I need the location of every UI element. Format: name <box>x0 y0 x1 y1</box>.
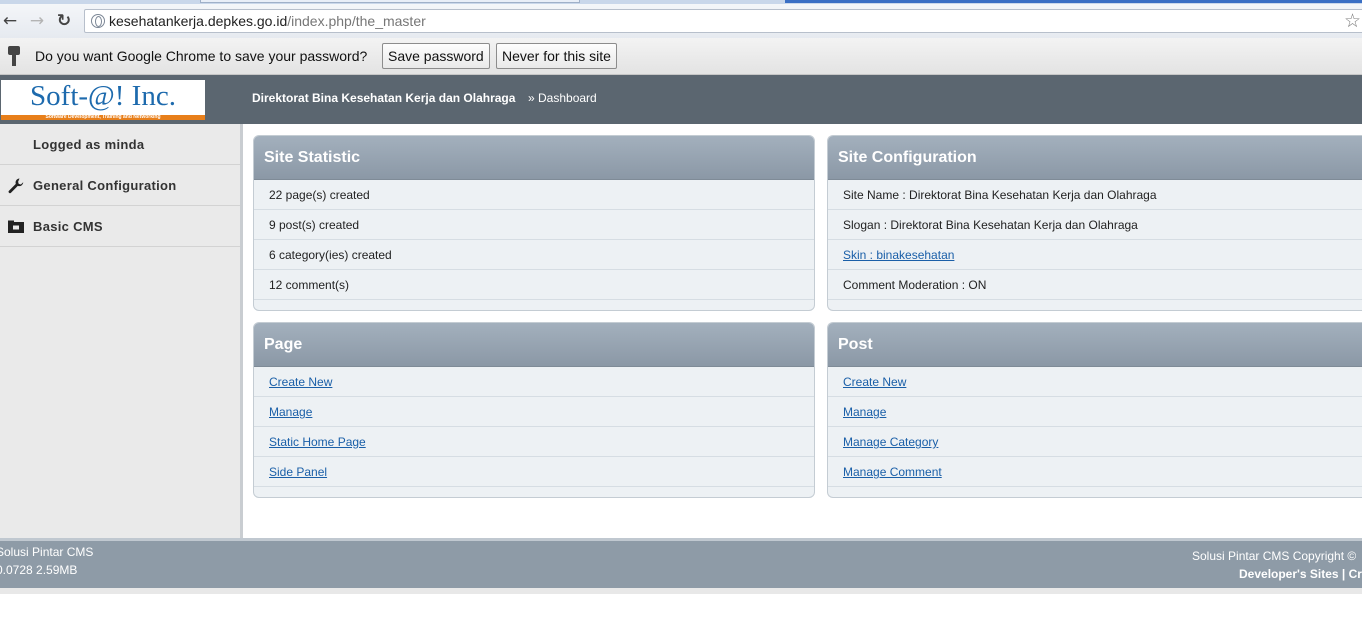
panel-title: Page <box>264 336 303 353</box>
list-item: 12 comment(s) <box>254 270 814 300</box>
list-item: 9 post(s) created <box>254 210 814 240</box>
config-site-name: Site Name : Direktorat Bina Kesehatan Ke… <box>843 188 1157 202</box>
list-item: 22 page(s) created <box>254 180 814 210</box>
list-item: Static Home Page <box>254 427 814 457</box>
sidebar-item-label: Basic CMS <box>33 219 103 234</box>
sidebar-item-basic-cms[interactable]: Basic CMS <box>0 206 240 247</box>
globe-icon <box>91 14 105 28</box>
sidebar-item-label: General Configuration <box>33 178 177 193</box>
browser-tab[interactable] <box>200 0 580 3</box>
main-content: Site Statistic 22 page(s) created 9 post… <box>243 124 1362 538</box>
list-item: Manage <box>828 397 1362 427</box>
save-password-button[interactable]: Save password <box>382 43 490 69</box>
infobar-message: Do you want Google Chrome to save your p… <box>35 48 368 64</box>
footer-stats: 0.0728 2.59MB <box>0 563 78 577</box>
back-icon[interactable]: ← <box>0 11 20 31</box>
list-item: Manage Category <box>828 427 1362 457</box>
panel-header: Post <box>828 323 1362 367</box>
bookmark-star-icon[interactable]: ☆ <box>1344 10 1361 32</box>
footer-cms-name: Solusi Pintar CMS <box>0 545 94 559</box>
page-panel: Page Create New Manage Static Home Page … <box>253 322 815 498</box>
post-panel: Post Create New Manage Manage Category M… <box>827 322 1362 498</box>
manage-comment-link[interactable]: Manage Comment <box>843 465 942 479</box>
site-statistic-panel: Site Statistic 22 page(s) created 9 post… <box>253 135 815 311</box>
logo-name: Soft-@! Inc. <box>30 80 176 112</box>
stat-pages: 22 page(s) created <box>269 188 370 202</box>
sidebar: Logged as minda General Configuration Ba… <box>0 124 243 538</box>
password-infobar: Do you want Google Chrome to save your p… <box>0 38 1362 75</box>
list-item: Manage Comment <box>828 457 1362 487</box>
address-bar[interactable]: kesehatankerja.depkes.go.id/index.php/th… <box>84 9 1362 33</box>
folder-icon <box>7 218 25 236</box>
panel-title: Post <box>838 336 873 353</box>
sidebar-item-label: Logged as minda <box>33 137 145 152</box>
list-item: Slogan : Direktorat Bina Kesehatan Kerja… <box>828 210 1362 240</box>
stat-posts: 9 post(s) created <box>269 218 360 232</box>
stat-categories: 6 category(ies) created <box>269 248 392 262</box>
panel-title: Site Configuration <box>838 149 977 166</box>
list-item: Create New <box>254 367 814 397</box>
logo[interactable]: Soft-@! Inc. Software Development, Train… <box>1 80 205 120</box>
page-create-new-link[interactable]: Create New <box>269 375 332 389</box>
list-item: Skin : binakesehatan <box>828 240 1362 270</box>
stat-comments: 12 comment(s) <box>269 278 350 292</box>
never-for-this-site-button[interactable]: Never for this site <box>496 43 617 69</box>
logo-tagline: Software Development, Training and Netwo… <box>45 114 161 120</box>
footer-copyright: Solusi Pintar CMS Copyright © <box>1192 549 1357 563</box>
post-create-new-link[interactable]: Create New <box>843 375 906 389</box>
wrench-icon <box>7 177 25 195</box>
list-item: Manage <box>254 397 814 427</box>
config-slogan: Slogan : Direktorat Bina Kesehatan Kerja… <box>843 218 1138 232</box>
key-icon <box>8 46 20 66</box>
manage-category-link[interactable]: Manage Category <box>843 435 938 449</box>
config-comment-moderation: Comment Moderation : ON <box>843 278 987 292</box>
side-panel-link[interactable]: Side Panel <box>269 465 327 479</box>
list-item: 6 category(ies) created <box>254 240 814 270</box>
post-manage-link[interactable]: Manage <box>843 405 886 419</box>
static-home-page-link[interactable]: Static Home Page <box>269 435 366 449</box>
panel-header: Site Configuration <box>828 136 1362 180</box>
page-bottom-strip <box>0 588 1362 594</box>
list-item: Side Panel <box>254 457 814 487</box>
panel-title: Site Statistic <box>264 149 361 166</box>
cms-header: Soft-@! Inc. Software Development, Train… <box>0 75 1362 124</box>
list-item: Comment Moderation : ON <box>828 270 1362 300</box>
site-title: Direktorat Bina Kesehatan Kerja dan Olah… <box>252 91 516 105</box>
site-configuration-panel: Site Configuration Site Name : Direktora… <box>827 135 1362 311</box>
list-item: Create New <box>828 367 1362 397</box>
browser-toolbar: ← → ↻ kesehatankerja.depkes.go.id/index.… <box>0 4 1362 38</box>
panel-header: Page <box>254 323 814 367</box>
panel-header: Site Statistic <box>254 136 814 180</box>
url-path: /index.php/the_master <box>287 13 426 29</box>
sidebar-item-general-configuration[interactable]: General Configuration <box>0 165 240 206</box>
browser-tab-new[interactable] <box>785 0 1362 3</box>
forward-icon[interactable]: → <box>27 11 47 31</box>
url-host: kesehatankerja.depkes.go.id <box>109 13 288 29</box>
skin-link[interactable]: Skin : binakesehatan <box>843 248 954 262</box>
breadcrumb: » Dashboard <box>528 91 597 105</box>
url-text[interactable]: kesehatankerja.depkes.go.id/index.php/th… <box>109 13 426 29</box>
page-manage-link[interactable]: Manage <box>269 405 312 419</box>
list-item: Site Name : Direktorat Bina Kesehatan Ke… <box>828 180 1362 210</box>
sidebar-item-logged-user: Logged as minda <box>0 124 240 165</box>
footer: Solusi Pintar CMS 0.0728 2.59MB Solusi P… <box>0 538 1362 588</box>
reload-icon[interactable]: ↻ <box>54 11 74 31</box>
footer-developer-links[interactable]: Developer's Sites | Cr <box>1239 567 1362 581</box>
